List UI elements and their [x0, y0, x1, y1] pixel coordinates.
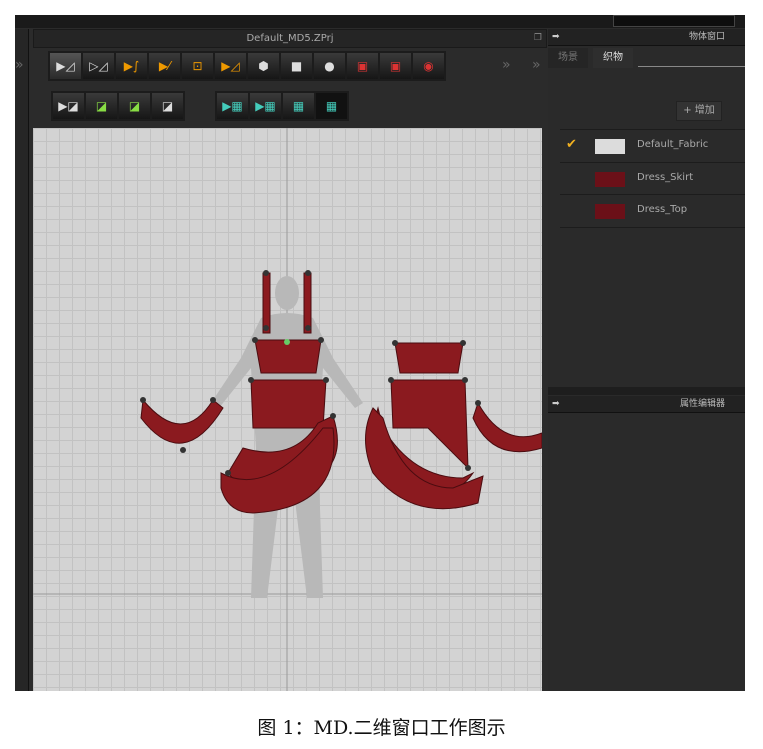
- tab-underline: [638, 66, 745, 67]
- 2d-pattern-canvas[interactable]: [33, 128, 543, 691]
- 2d-window-title: Default_MD5.ZPrj ❐: [33, 29, 547, 48]
- menu-bar: [15, 15, 745, 28]
- panel-title: 属性编辑器: [679, 399, 725, 409]
- edit-curvature-icon[interactable]: ▶⁄: [149, 53, 180, 79]
- arrow-icon[interactable]: ➡: [552, 396, 560, 412]
- panel-divider[interactable]: [548, 387, 745, 395]
- tab-fabric[interactable]: 织物: [593, 48, 633, 68]
- arrow-icon[interactable]: ➡: [552, 29, 560, 45]
- circle-icon[interactable]: ●: [314, 53, 345, 79]
- fabric-row[interactable]: ✔ Default_Fabric: [560, 129, 745, 162]
- more-tools-icon[interactable]: »: [532, 57, 541, 73]
- object-window-header: ➡ 物体窗口: [548, 29, 745, 46]
- add-point-icon[interactable]: ⊡: [182, 53, 213, 79]
- fabric-name: Dress_Skirt: [637, 172, 694, 183]
- panel-title: 物体窗口: [688, 32, 725, 42]
- window-title: Default_MD5.ZPrj: [246, 33, 334, 44]
- fabric-swatch[interactable]: [595, 204, 625, 219]
- fabric-swatch[interactable]: [595, 139, 625, 154]
- edit-texture-icon[interactable]: ▶▦: [217, 93, 248, 119]
- tab-scene[interactable]: 场景: [548, 48, 588, 68]
- elastic-sewing-icon[interactable]: ◪: [119, 93, 150, 119]
- texture-toolbar: ▶▦ ▶▦ ▦ ▦: [215, 91, 349, 121]
- right-panel: ➡ 物体窗口 场景 织物 + 增加 ✔ Default_Fabric Dress_S…: [548, 29, 745, 691]
- texture-icon[interactable]: ▦: [283, 93, 314, 119]
- object-tabs: 场景 织物: [548, 48, 745, 68]
- sewing-visibility-icon[interactable]: ◪: [152, 93, 183, 119]
- figure-caption: 图 1：MD.二维窗口工作图示: [257, 717, 506, 739]
- polygon-icon[interactable]: ⬢: [248, 53, 279, 79]
- segment-sewing-icon[interactable]: ▶◪: [53, 93, 84, 119]
- fabric-row[interactable]: Dress_Top: [560, 194, 745, 228]
- property-editor-header: ➡ 属性编辑器: [548, 396, 745, 413]
- maximize-icon[interactable]: ❐: [534, 30, 542, 47]
- sewing-toolbar: ▶◪ ◪ ◪ ◪: [51, 91, 185, 121]
- fabric-name: Default_Fabric: [637, 139, 709, 150]
- check-icon: ✔: [566, 137, 577, 152]
- select-mesh-icon[interactable]: ▶◿: [50, 53, 81, 79]
- more-tools-icon[interactable]: »: [502, 57, 511, 73]
- dress-pieces: [140, 272, 543, 514]
- edit-pattern-icon[interactable]: ▶◿: [215, 53, 246, 79]
- pattern-toolbar: ▶◿ ▷◿ ▶∫ ▶⁄ ⊡ ▶◿ ⬢ ■ ● ▣ ▣ ◉: [48, 51, 446, 81]
- transform-texture-icon[interactable]: ▶▦: [250, 93, 281, 119]
- free-sewing-icon[interactable]: ◪: [86, 93, 117, 119]
- more-tools-icon[interactable]: »: [15, 57, 24, 73]
- texture-visibility-icon[interactable]: ▦: [316, 93, 347, 119]
- transform-pattern-icon[interactable]: ▷◿: [83, 53, 114, 79]
- pattern-pieces: [33, 128, 543, 691]
- fabric-name: Dress_Top: [637, 204, 688, 215]
- fabric-swatch[interactable]: [595, 172, 625, 187]
- curve-point-icon[interactable]: ▶∫: [116, 53, 147, 79]
- add-fabric-button[interactable]: + 增加: [676, 101, 722, 121]
- internal-circle-icon[interactable]: ◉: [413, 53, 444, 79]
- rectangle-icon[interactable]: ■: [281, 53, 312, 79]
- app-window: Default_MD5.ZPrj ❐ ▶◿ ▷◿ ▶∫ ▶⁄ ⊡ ▶◿ ⬢ ■ ●…: [15, 15, 745, 691]
- left-panel: [15, 29, 29, 691]
- fabric-row[interactable]: Dress_Skirt: [560, 162, 745, 195]
- internal-polygon-icon[interactable]: ▣: [347, 53, 378, 79]
- internal-rectangle-icon[interactable]: ▣: [380, 53, 411, 79]
- top-field: [613, 15, 735, 27]
